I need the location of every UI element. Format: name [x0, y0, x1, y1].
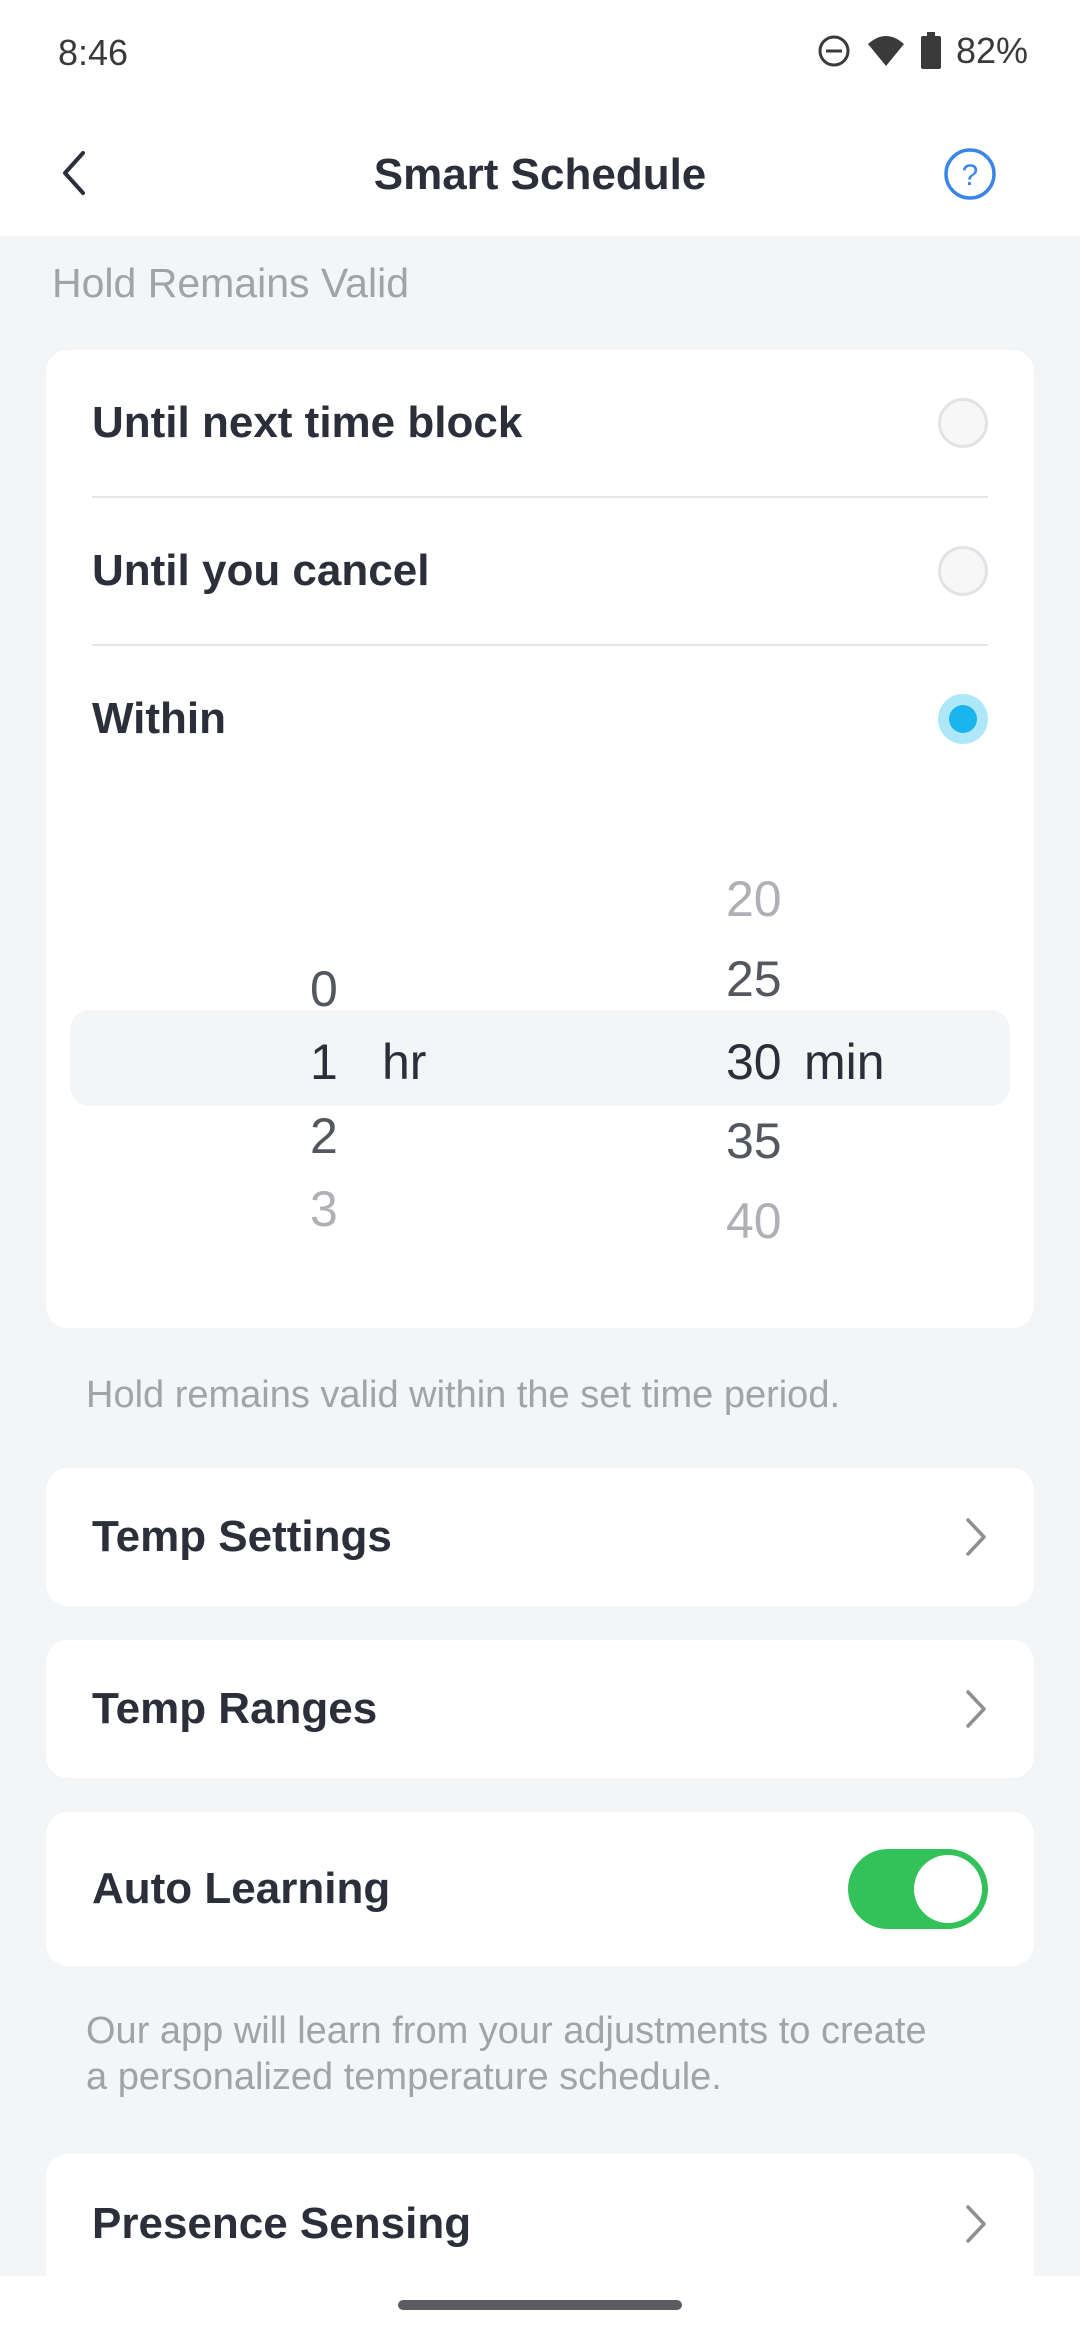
row-title: Temp Settings: [92, 1512, 392, 1561]
temp-settings-row[interactable]: Temp Settings: [46, 1468, 1034, 1606]
minutes-item[interactable]: 25: [726, 950, 782, 1008]
help-icon: ?: [944, 148, 996, 200]
row-title: Auto Learning: [92, 1864, 391, 1913]
temp-ranges-row[interactable]: Temp Ranges: [46, 1640, 1034, 1778]
option-label: Until next time block: [92, 398, 523, 447]
auto-learning-row: Auto Learning: [46, 1812, 1034, 1966]
home-indicator[interactable]: [398, 2300, 682, 2310]
status-time: 8:46: [58, 32, 129, 73]
option-until-next-block[interactable]: Until next time block: [92, 350, 988, 496]
hold-hint: Hold remains valid within the set time p…: [86, 1374, 841, 1416]
auto-learning-toggle[interactable]: [848, 1849, 988, 1929]
minutes-item[interactable]: 20: [726, 870, 782, 928]
app-header: Smart Schedule ?: [0, 110, 1080, 236]
wifi-icon: [867, 36, 904, 66]
auto-learning-hint-line2: a personalized temperature schedule.: [86, 2056, 722, 2098]
option-label: Until you cancel: [92, 546, 430, 595]
dnd-icon: [818, 35, 850, 67]
minutes-unit: min: [804, 1034, 885, 1090]
svg-text:?: ?: [962, 159, 979, 192]
toggle-knob: [914, 1855, 982, 1923]
radio-until-cancel[interactable]: [938, 546, 988, 596]
help-button[interactable]: ?: [942, 146, 998, 202]
status-bar: 8:46 82%: [0, 0, 1080, 110]
hours-unit: hr: [382, 1034, 427, 1090]
section-label-hold: Hold Remains Valid: [52, 260, 410, 306]
minutes-item[interactable]: 35: [726, 1112, 782, 1170]
hold-options-card: Until next time block Until you cancel W…: [46, 350, 1034, 1328]
radio-within[interactable]: [938, 694, 988, 744]
auto-learning-hint-line1: Our app will learn from your adjustments…: [86, 2010, 927, 2052]
page-title: Smart Schedule: [373, 150, 707, 199]
minutes-item-selected[interactable]: 30: [726, 1033, 782, 1091]
row-title: Presence Sensing: [92, 2199, 472, 2248]
radio-dot: [949, 705, 977, 733]
status-icons: 82%: [816, 30, 1028, 72]
option-label: Within: [92, 694, 226, 743]
presence-sensing-row[interactable]: Presence Sensing: [46, 2154, 1034, 2294]
chevron-right-icon: [966, 2205, 986, 2243]
chevron-right-icon: [966, 1690, 986, 1728]
chevron-right-icon: [966, 1518, 986, 1556]
radio-until-next-block[interactable]: [938, 398, 988, 448]
option-until-cancel[interactable]: Until you cancel: [92, 498, 988, 644]
minutes-item[interactable]: 40: [726, 1192, 782, 1250]
hours-item[interactable]: 3: [310, 1180, 338, 1238]
row-title: Temp Ranges: [92, 1684, 378, 1733]
hours-item[interactable]: 0: [310, 960, 338, 1018]
hours-item[interactable]: 2: [310, 1107, 338, 1165]
battery-percent: 82%: [955, 30, 1028, 71]
option-within[interactable]: Within: [92, 646, 988, 792]
hours-item-selected[interactable]: 1: [310, 1033, 338, 1091]
battery-icon: [920, 32, 941, 69]
